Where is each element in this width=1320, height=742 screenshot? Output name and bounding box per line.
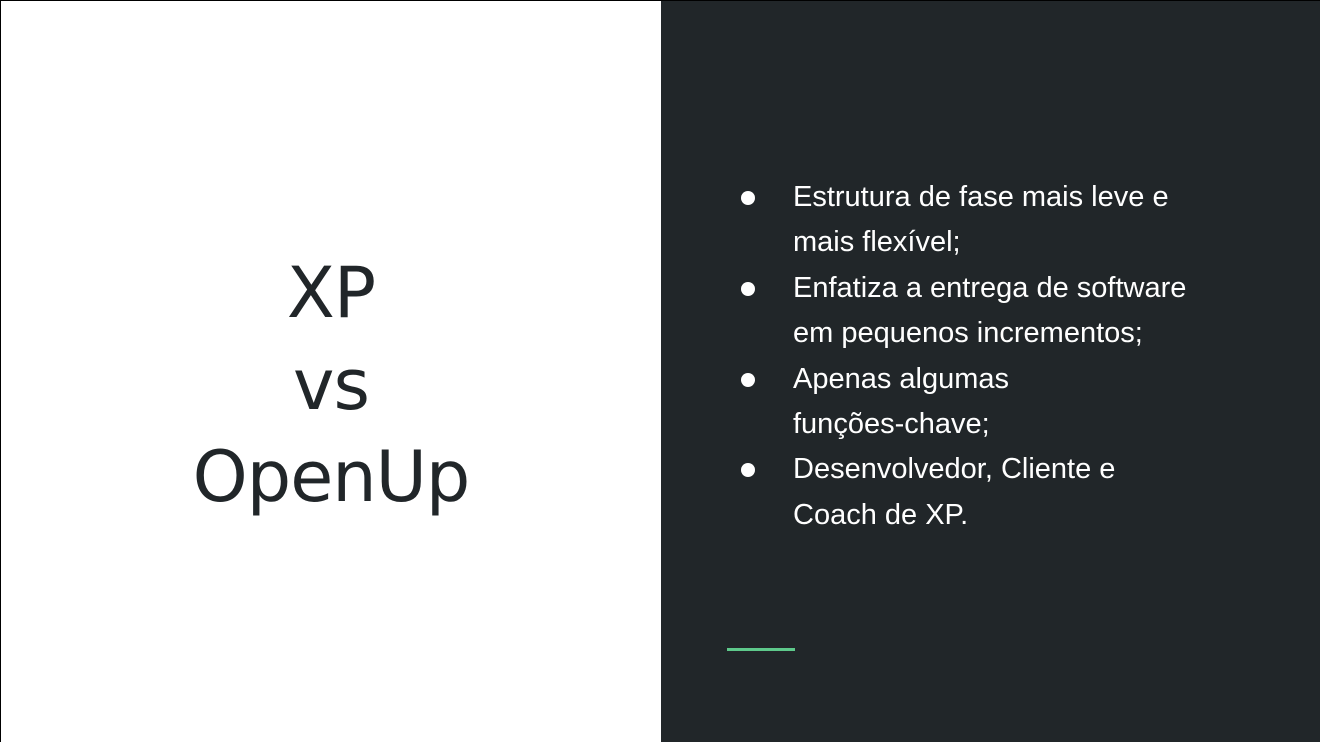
bullet-dot-icon	[741, 191, 755, 205]
bullet-text-line: Coach de XP.	[793, 498, 969, 531]
bullet-item: Desenvolvedor, Cliente e Coach de XP.	[741, 447, 1301, 538]
bullet-item: Apenas algumas funções-chave;	[741, 357, 1301, 448]
slide-title: XP vs OpenUp	[192, 247, 471, 523]
bullet-text-line: mais flexível;	[793, 226, 961, 259]
accent-divider	[727, 648, 795, 651]
content-panel: Estrutura de fase mais leve e mais flexí…	[661, 1, 1320, 742]
bullet-dot-icon	[741, 372, 755, 387]
bullet-item: Estrutura de fase mais leve e mais flexí…	[741, 175, 1301, 266]
bullet-text-line: Desenvolvedor, Cliente e	[793, 453, 1116, 486]
title-line-vs: vs	[293, 343, 370, 426]
bullet-dot-icon	[741, 463, 755, 478]
bullet-item: Enfatiza a entrega de software em pequen…	[741, 266, 1301, 357]
bullet-list: Estrutura de fase mais leve e mais flexí…	[741, 175, 1301, 538]
title-panel: XP vs OpenUp	[1, 1, 661, 742]
bullet-text-line: em pequenos incrementos;	[793, 317, 1143, 350]
bullet-text-line: funções-chave;	[793, 408, 990, 441]
title-line-openup: OpenUp	[192, 435, 471, 518]
bullet-text-line: Estrutura de fase mais leve e	[793, 181, 1169, 213]
title-line-xp: XP	[286, 251, 376, 334]
bullet-dot-icon	[741, 281, 755, 296]
bullet-text-line: Enfatiza a entrega de software	[793, 271, 1187, 304]
bullet-text-line: Apenas algumas	[793, 362, 1010, 395]
slide: XP vs OpenUp Estrutura de fase mais leve…	[0, 0, 1320, 742]
